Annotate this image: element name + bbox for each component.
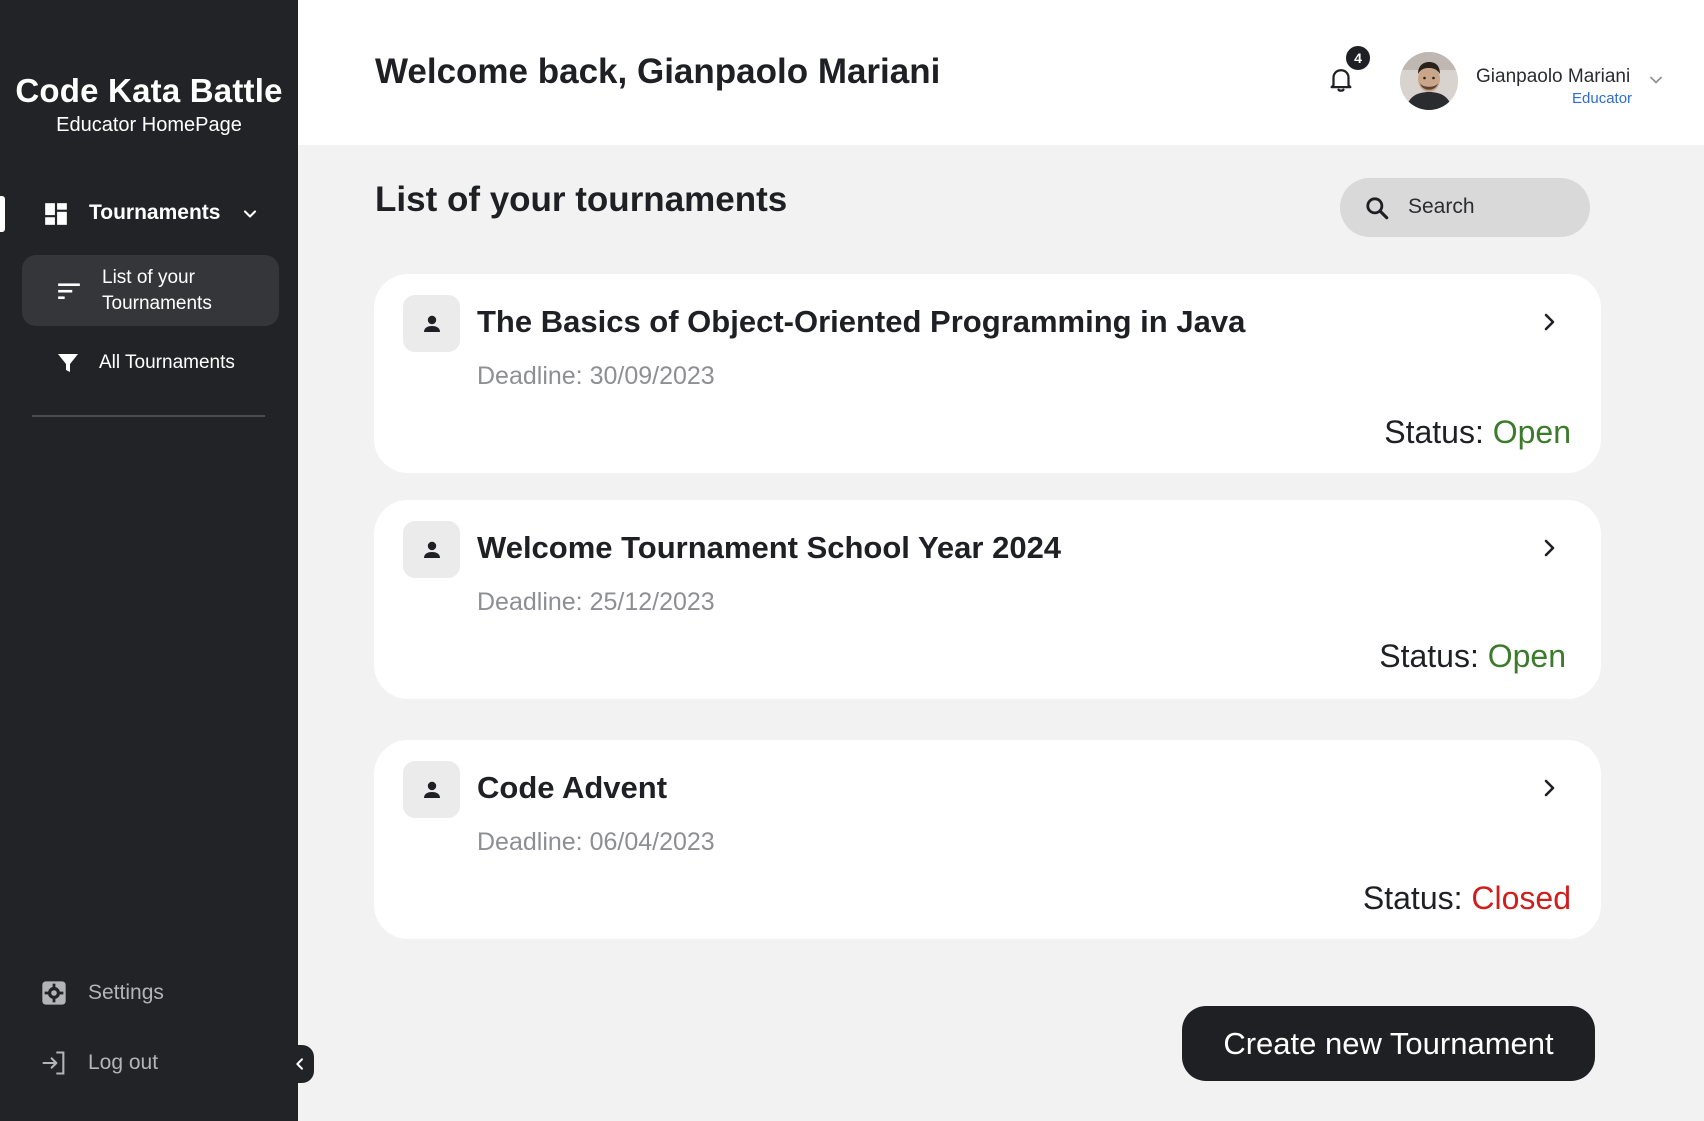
sidebar-item-label: All Tournaments <box>99 352 235 373</box>
tournament-card[interactable]: Welcome Tournament School Year 2024 Dead… <box>374 500 1601 699</box>
status-prefix: Status: <box>1379 638 1488 674</box>
notification-count-badge: 4 <box>1344 44 1372 72</box>
search-input[interactable]: Search <box>1340 178 1590 237</box>
filter-icon <box>58 354 78 372</box>
sidebar-item-all-tournaments[interactable]: All Tournaments <box>22 344 279 384</box>
brand-title: Code Kata Battle <box>15 72 283 109</box>
sidebar-item-label: List of your Tournaments <box>102 267 212 314</box>
brand: Code Kata Battle Educator HomePage <box>0 68 298 138</box>
chevron-down-icon[interactable] <box>1646 70 1666 90</box>
sidebar-group-label: Tournaments <box>89 201 221 224</box>
brand-subtitle: Educator HomePage <box>56 114 242 136</box>
active-indicator <box>0 196 5 232</box>
settings-icon <box>42 981 66 1005</box>
dashboard-icon <box>45 203 67 225</box>
logout-label: Log out <box>88 1051 159 1074</box>
status-value: Open <box>1487 638 1566 674</box>
sidebar-item-list-of-your-tournaments[interactable]: List of your Tournaments <box>22 255 279 326</box>
tournament-deadline: Deadline: 06/04/2023 <box>477 828 715 856</box>
chevron-down-icon <box>243 210 257 218</box>
tournament-title: The Basics of Object-Oriented Programmin… <box>477 304 1246 339</box>
sidebar-collapse-button[interactable] <box>286 1045 314 1083</box>
status-value: Closed <box>1471 880 1571 916</box>
tournament-deadline: Deadline: 25/12/2023 <box>477 588 715 616</box>
sidebar-divider <box>32 415 265 417</box>
sort-list-icon <box>58 283 80 300</box>
search-icon <box>1366 197 1389 220</box>
chevron-right-icon[interactable] <box>1537 310 1561 334</box>
status-value: Open <box>1492 414 1571 450</box>
logout-icon <box>42 1051 65 1075</box>
tournament-title: Welcome Tournament School Year 2024 <box>477 530 1062 565</box>
person-icon <box>403 521 460 578</box>
tournament-status: Status: Closed <box>1363 880 1571 917</box>
settings-label: Settings <box>88 981 164 1004</box>
create-tournament-button[interactable]: Create new Tournament <box>1182 1006 1595 1081</box>
tournament-card[interactable]: Code Advent Deadline: 06/04/2023 Status:… <box>374 740 1601 939</box>
user-name[interactable]: Gianpaolo Mariani <box>1476 66 1630 88</box>
user-role: Educator <box>1572 90 1633 107</box>
tournament-card[interactable]: The Basics of Object-Oriented Programmin… <box>374 274 1601 473</box>
sidebar: Code Kata Battle Educator HomePage Tourn… <box>0 0 298 1121</box>
search-placeholder: Search <box>1408 195 1475 218</box>
tournament-status: Status: Open <box>1384 414 1571 451</box>
chevron-left-icon <box>296 1058 303 1070</box>
status-prefix: Status: <box>1384 414 1493 450</box>
tournament-title: Code Advent <box>477 770 668 805</box>
avatar[interactable] <box>1400 52 1458 110</box>
tournament-status: Status: Open <box>1379 638 1566 675</box>
status-prefix: Status: <box>1362 880 1472 916</box>
chevron-right-icon[interactable] <box>1537 776 1561 800</box>
user-photo-icon <box>1400 52 1458 110</box>
app-root: Code Kata Battle Educator HomePage Tourn… <box>0 0 1704 1121</box>
settings-button[interactable]: Settings <box>40 975 260 1011</box>
sidebar-group-tournaments[interactable]: Tournaments <box>0 190 298 238</box>
section-title: List of your tournaments <box>375 180 788 219</box>
logout-button[interactable]: Log out <box>40 1045 260 1081</box>
page-title: Welcome back, Gianpaolo Mariani <box>375 52 941 91</box>
chevron-right-icon[interactable] <box>1537 536 1561 560</box>
person-icon <box>403 761 460 818</box>
person-icon <box>403 295 460 352</box>
tournament-deadline: Deadline: 30/09/2023 <box>477 362 715 390</box>
top-header: Welcome back, Gianpaolo Mariani 4 Gianpa… <box>298 0 1704 145</box>
